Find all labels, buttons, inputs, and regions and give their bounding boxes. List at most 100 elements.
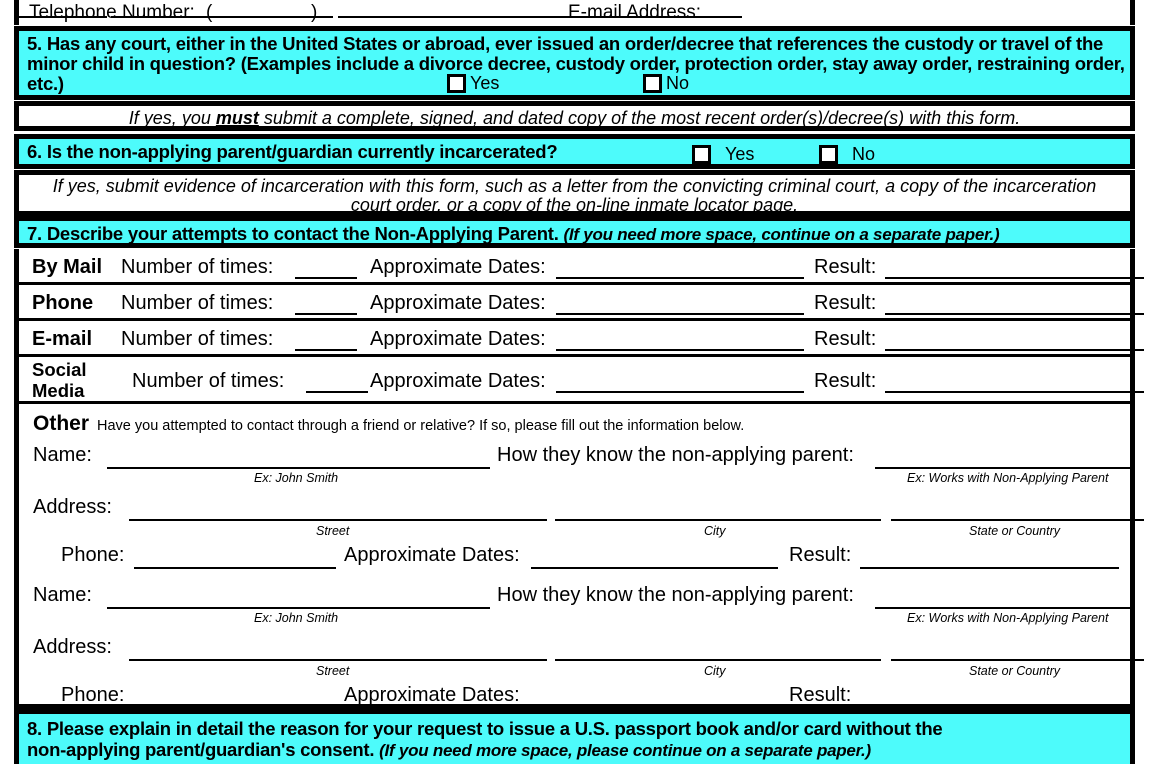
question-8-line-2: non-applying parent/guardian's consent. — [27, 739, 375, 760]
method-label-social-line1: Social — [32, 359, 87, 380]
address-label: Address: — [33, 496, 112, 518]
person-2-street-input[interactable] — [129, 659, 547, 661]
question-6-no-option[interactable]: No — [819, 144, 876, 167]
how-they-know-example-hint: Ex: Works with Non-Applying Parent — [907, 471, 1109, 485]
phone-result-input[interactable] — [885, 313, 1144, 315]
question-6-text: 6. Is the non-applying parent/guardian c… — [27, 141, 558, 162]
telephone-paren-close: ) — [311, 2, 318, 23]
question-6-bar: 6. Is the non-applying parent/guardian c… — [14, 134, 1135, 169]
number-of-times-label: Number of times: — [121, 328, 274, 350]
how-they-know-label: How they know the non-applying parent: — [497, 584, 854, 606]
table-row: By Mail Number of times: Approximate Dat… — [19, 249, 1144, 285]
question-6-note-line-2: court order, or a copy of the on-line in… — [350, 195, 799, 215]
person-2-city-input[interactable] — [555, 659, 881, 661]
question-6-note: If yes, submit evidence of incarceration… — [14, 170, 1135, 216]
person-1-city-input[interactable] — [555, 519, 881, 521]
question-5-no-label: No — [666, 73, 690, 93]
other-heading-row: Other Have you attempted to contact throu… — [33, 412, 744, 436]
telephone-label: Telephone Number: — [29, 2, 195, 23]
city-hint: City — [704, 664, 726, 678]
contact-strip: Telephone Number: ( ) E-mail Address: — [14, 0, 1135, 25]
result-label: Result: — [789, 544, 852, 566]
email-result-input[interactable] — [885, 349, 1144, 351]
phone-number-input[interactable] — [295, 313, 357, 315]
method-label-email: E-mail — [32, 328, 93, 350]
question-5-bar: 5. Has any court, either in the United S… — [14, 26, 1135, 100]
person-1-how-they-know-input[interactable] — [875, 467, 1130, 469]
how-they-know-example-hint: Ex: Works with Non-Applying Parent — [907, 611, 1109, 625]
number-of-times-label: Number of times: — [121, 292, 274, 314]
question-6-no-label: No — [852, 144, 876, 164]
result-label: Result: — [814, 292, 877, 314]
method-label-phone: Phone — [32, 292, 94, 314]
name-label: Name: — [33, 584, 92, 606]
question-5-no-checkbox[interactable] — [643, 74, 662, 93]
result-label: Result: — [814, 328, 877, 350]
question-8-bar: 8. Please explain in detail the reason f… — [14, 709, 1135, 764]
person-1-state-country-input[interactable] — [891, 519, 1144, 521]
social-media-dates-input[interactable] — [556, 391, 804, 393]
question-6-yes-label: Yes — [725, 144, 755, 164]
social-media-result-input[interactable] — [885, 391, 1144, 393]
by-mail-result-input[interactable] — [885, 277, 1144, 279]
question-5-yes-option[interactable]: Yes — [447, 73, 500, 96]
how-they-know-label: How they know the non-applying parent: — [497, 444, 854, 466]
question-5-yes-checkbox[interactable] — [447, 74, 466, 93]
social-media-number-input[interactable] — [306, 391, 368, 393]
approximate-dates-label: Approximate Dates: — [344, 684, 520, 706]
name-label: Name: — [33, 444, 92, 466]
person-1-dates-input[interactable] — [531, 567, 778, 569]
result-label: Result: — [814, 370, 877, 392]
question-8-line-1: 8. Please explain in detail the reason f… — [27, 718, 943, 739]
other-heading: Other — [33, 412, 90, 435]
question-6-yes-option[interactable]: Yes — [692, 144, 755, 167]
result-label: Result: — [814, 256, 877, 278]
question-5-note-before: If yes, you — [128, 108, 216, 128]
address-label: Address: — [33, 636, 112, 658]
phone-dates-input[interactable] — [556, 313, 804, 315]
state-country-hint: State or Country — [969, 524, 1061, 538]
question-5-no-option[interactable]: No — [643, 73, 690, 96]
person-1-result-input[interactable] — [860, 567, 1119, 569]
question-7-text: 7. Describe your attempts to contact the… — [19, 221, 1130, 245]
form-page: Telephone Number: ( ) E-mail Address: 5.… — [0, 0, 1149, 764]
person-1-name-input[interactable] — [107, 467, 490, 469]
table-row: Social Media Number of times: Approximat… — [19, 357, 1144, 404]
question-6-yes-checkbox[interactable] — [692, 145, 711, 164]
question-6-note-line-1: If yes, submit evidence of incarceration… — [52, 176, 1097, 196]
person-1-phone-input[interactable] — [134, 567, 336, 569]
number-of-times-label: Number of times: — [132, 370, 285, 392]
question-6-no-checkbox[interactable] — [819, 145, 838, 164]
person-2-name-input[interactable] — [107, 607, 490, 609]
email-number-input[interactable] — [295, 349, 357, 351]
question-5-note: If yes, you must submit a complete, sign… — [14, 101, 1135, 131]
method-label-social-line2: Media — [32, 380, 85, 401]
question-8-text: 8. Please explain in detail the reason f… — [19, 714, 1130, 761]
other-question-text: Have you attempted to contact through a … — [97, 418, 745, 434]
question-7-title: 7. Describe your attempts to contact the… — [27, 223, 559, 244]
question-5-text: 5. Has any court, either in the United S… — [27, 33, 1125, 94]
approximate-dates-label: Approximate Dates: — [370, 328, 546, 350]
phone-label: Phone: — [61, 544, 125, 566]
contact-methods-table: By Mail Number of times: Approximate Dat… — [14, 249, 1144, 404]
approximate-dates-label: Approximate Dates: — [370, 256, 546, 278]
approximate-dates-label: Approximate Dates: — [370, 370, 546, 392]
by-mail-dates-input[interactable] — [556, 277, 804, 279]
email-label: E-mail Address: — [568, 2, 702, 23]
question-7-subtext: (If you need more space, continue on a s… — [563, 225, 1000, 244]
other-contact-section: Other Have you attempted to contact throu… — [14, 404, 1144, 709]
email-dates-input[interactable] — [556, 349, 804, 351]
name-example-hint: Ex: John Smith — [254, 611, 339, 625]
person-2-state-country-input[interactable] — [891, 659, 1144, 661]
method-label-by-mail: By Mail — [32, 256, 103, 278]
by-mail-number-input[interactable] — [295, 277, 357, 279]
question-7-bar: 7. Describe your attempts to contact the… — [14, 216, 1135, 248]
telephone-paren-open: ( — [206, 2, 213, 23]
person-1-street-input[interactable] — [129, 519, 547, 521]
street-hint: Street — [316, 664, 350, 678]
question-5-yes-label: Yes — [470, 73, 500, 93]
person-2-how-they-know-input[interactable] — [875, 607, 1130, 609]
table-row: Phone Number of times: Approximate Dates… — [19, 285, 1144, 321]
phone-label: Phone: — [61, 684, 125, 706]
state-country-hint: State or Country — [969, 664, 1061, 678]
